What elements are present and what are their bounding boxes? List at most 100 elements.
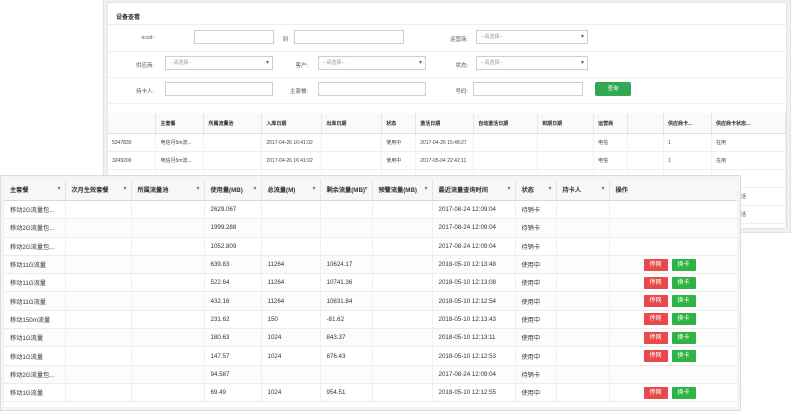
card-usage-table: 主套餐 ▾ 次月生效套餐 ▾ 所属流量池 ▾ 使用量(MB) ▾ 总流量(M) ▾ 剩余流量(MB)… bbox=[4, 179, 737, 403]
cell-pool bbox=[131, 310, 205, 330]
number-input[interactable] bbox=[473, 82, 583, 96]
table-row[interactable]: 移动2G流量包... 94.587 2017-08-24 12:09:04 待销卡 bbox=[4, 365, 737, 384]
cell-remain: 10831.84 bbox=[320, 291, 373, 311]
chevron-down-icon[interactable]: ▾ bbox=[253, 185, 256, 192]
swap-card-button[interactable]: 换卡 bbox=[671, 295, 696, 308]
query-button[interactable]: 查询 bbox=[595, 82, 631, 96]
back-col-header[interactable]: 出库日期 bbox=[321, 113, 383, 134]
cell-next bbox=[65, 273, 132, 293]
cell-next bbox=[65, 291, 132, 311]
swap-card-button[interactable]: 换卡 bbox=[671, 313, 696, 326]
chevron-down-icon[interactable]: ▾ bbox=[424, 185, 427, 192]
back-col-header[interactable] bbox=[627, 113, 665, 134]
table-row[interactable]: 移动150m流量 231.62 150 -81.62 2018-05-10 12:13:… bbox=[4, 310, 737, 330]
chevron-down-icon[interactable]: ▾ bbox=[507, 185, 510, 192]
stop-network-button[interactable]: 停网 bbox=[643, 350, 668, 363]
col-header[interactable]: 所属流量池 ▾ bbox=[131, 179, 205, 201]
cell-remain: -81.62 bbox=[320, 310, 373, 330]
customer-select[interactable]: --请选择-- bbox=[318, 56, 426, 70]
back-col-header[interactable]: 入库日期 bbox=[261, 113, 323, 134]
back-col-header[interactable]: 所属流量池 bbox=[203, 113, 263, 134]
col-header[interactable]: 总流量(M) ▾ bbox=[261, 179, 321, 201]
swap-card-button[interactable]: 换卡 bbox=[671, 350, 696, 363]
swap-card-button[interactable]: 换卡 bbox=[671, 258, 696, 271]
cell-holder bbox=[556, 365, 610, 384]
col-header[interactable]: 状态 ▾ bbox=[515, 179, 557, 201]
cell-total: 11264 bbox=[261, 273, 321, 293]
cell-warn bbox=[372, 237, 433, 256]
back-col-header[interactable]: 激活日期 bbox=[415, 113, 475, 134]
stop-network-button[interactable]: 停网 bbox=[643, 258, 668, 271]
cell-next bbox=[65, 328, 132, 348]
cell-next bbox=[65, 383, 132, 403]
cell-status: 待销卡 bbox=[515, 237, 557, 256]
back-col-header[interactable]: 自动激活日期 bbox=[473, 113, 539, 134]
stop-network-button[interactable]: 停网 bbox=[643, 295, 668, 308]
cell-next bbox=[65, 237, 132, 256]
table-row[interactable]: 3249200 电信月5m流... 2017-04-26 16:41:02 使用中 20… bbox=[108, 151, 786, 170]
table-row[interactable]: 移动2G流量包... 1999.288 2017-08-24 12:09:04 待销卡 bbox=[4, 218, 737, 238]
chevron-down-icon[interactable]: ▾ bbox=[601, 185, 604, 192]
table-cell: 使用中 bbox=[381, 151, 417, 170]
table-cell: 2017-05-04 22:42:11 bbox=[415, 151, 475, 170]
back-col-header[interactable]: 供应商卡状态... bbox=[711, 113, 786, 134]
chevron-down-icon[interactable]: ▾ bbox=[364, 185, 367, 192]
col-header-label: 所属流量池 bbox=[137, 187, 169, 194]
cell-total bbox=[261, 237, 321, 256]
chevron-down-icon[interactable]: ▾ bbox=[196, 185, 199, 192]
table-row[interactable]: 5347830 电信月5m流... 2017-04-26 16:41:02 使用中 20… bbox=[108, 133, 786, 152]
operator-select[interactable]: --请选择-- bbox=[476, 30, 588, 44]
cell-status: 待销卡 bbox=[515, 365, 557, 384]
table-row[interactable]: 移动11G流量 522.64 11264 10741.36 2018-05-10 12:… bbox=[4, 273, 737, 293]
table-row[interactable]: 移动1G流量 147.57 1024 876.43 2018-05-10 12:12:5… bbox=[4, 346, 737, 366]
table-cell: 电信月5m流... bbox=[155, 151, 205, 170]
stop-network-button[interactable]: 停网 bbox=[643, 331, 668, 344]
col-header[interactable]: 次月生效套餐 ▾ bbox=[65, 179, 132, 201]
col-header[interactable]: 预警流量(MB) ▾ bbox=[372, 179, 433, 201]
col-header[interactable]: 剩余流量(MB) ▾ bbox=[320, 179, 373, 201]
table-cell bbox=[627, 151, 665, 170]
cell-time: 2017-08-24 12:09:04 bbox=[432, 237, 516, 256]
cell-status: 待销卡 bbox=[515, 200, 557, 220]
table-cell bbox=[627, 133, 665, 152]
swap-card-button[interactable]: 换卡 bbox=[671, 276, 696, 289]
chevron-down-icon[interactable]: ▾ bbox=[123, 185, 126, 192]
supplier-select[interactable]: --请选择-- bbox=[165, 56, 273, 70]
col-header[interactable]: 最近流量查询时间 ▾ bbox=[432, 179, 516, 201]
cell-actions bbox=[609, 200, 737, 220]
back-col-header[interactable]: 供应商卡... bbox=[663, 113, 712, 134]
table-row[interactable]: 移动2G流量包... 1052.809 2017-08-24 12:09:04 待销卡 bbox=[4, 237, 737, 256]
iccid-to-input[interactable] bbox=[294, 30, 404, 44]
main-package-label: 主套餐: bbox=[289, 89, 308, 95]
back-col-header[interactable]: 主套餐 bbox=[155, 113, 205, 134]
stop-network-button[interactable]: 停网 bbox=[643, 313, 668, 326]
filter-row-1: iccid: 到 运营商: --请选择-- bbox=[108, 25, 786, 52]
stop-network-button[interactable]: 停网 bbox=[643, 276, 668, 289]
col-header[interactable]: 操作 bbox=[609, 179, 737, 201]
table-row[interactable]: 移动1G流量 180.63 1024 843.37 2018-05-10 12:13:1… bbox=[4, 328, 737, 348]
back-col-header[interactable] bbox=[108, 113, 157, 134]
cell-status: 使用中 bbox=[515, 273, 557, 293]
table-row[interactable]: 移动1G流量 69.49 1024 954.51 2018-05-10 12:12:55… bbox=[4, 383, 737, 403]
table-row[interactable]: 移动11G流量 639.83 11264 10624.17 2018-05-10 12:… bbox=[4, 255, 737, 275]
status-select[interactable]: --请选择-- bbox=[476, 56, 588, 70]
cell-holder bbox=[556, 310, 610, 330]
stop-network-button[interactable]: 停网 bbox=[643, 386, 668, 399]
cell-status: 待销卡 bbox=[515, 218, 557, 238]
chevron-down-icon[interactable]: ▾ bbox=[548, 185, 551, 192]
swap-card-button[interactable]: 换卡 bbox=[671, 386, 696, 399]
table-row[interactable]: 移动11G流量 432.16 11264 10831.84 2018-05-10 12:… bbox=[4, 291, 737, 311]
main-package-input[interactable] bbox=[318, 82, 426, 96]
table-row[interactable]: 移动2G流量包... 2629.067 2017-08-24 12:09:04 待销卡 bbox=[4, 200, 737, 220]
chevron-down-icon[interactable]: ▾ bbox=[57, 185, 60, 192]
col-header[interactable]: 主套餐 ▾ bbox=[4, 179, 66, 201]
swap-card-button[interactable]: 换卡 bbox=[671, 331, 696, 344]
back-col-header[interactable]: 状态 bbox=[381, 113, 417, 134]
back-col-header[interactable]: 到期日期 bbox=[537, 113, 595, 134]
back-col-header[interactable]: 运营商 bbox=[593, 113, 629, 134]
table-cell: 使用中 bbox=[381, 133, 417, 152]
col-header[interactable]: 持卡人 ▾ bbox=[556, 179, 610, 201]
col-header[interactable]: 使用量(MB) ▾ bbox=[204, 179, 262, 201]
chevron-down-icon[interactable]: ▾ bbox=[312, 185, 315, 192]
holder-input[interactable] bbox=[165, 82, 273, 96]
